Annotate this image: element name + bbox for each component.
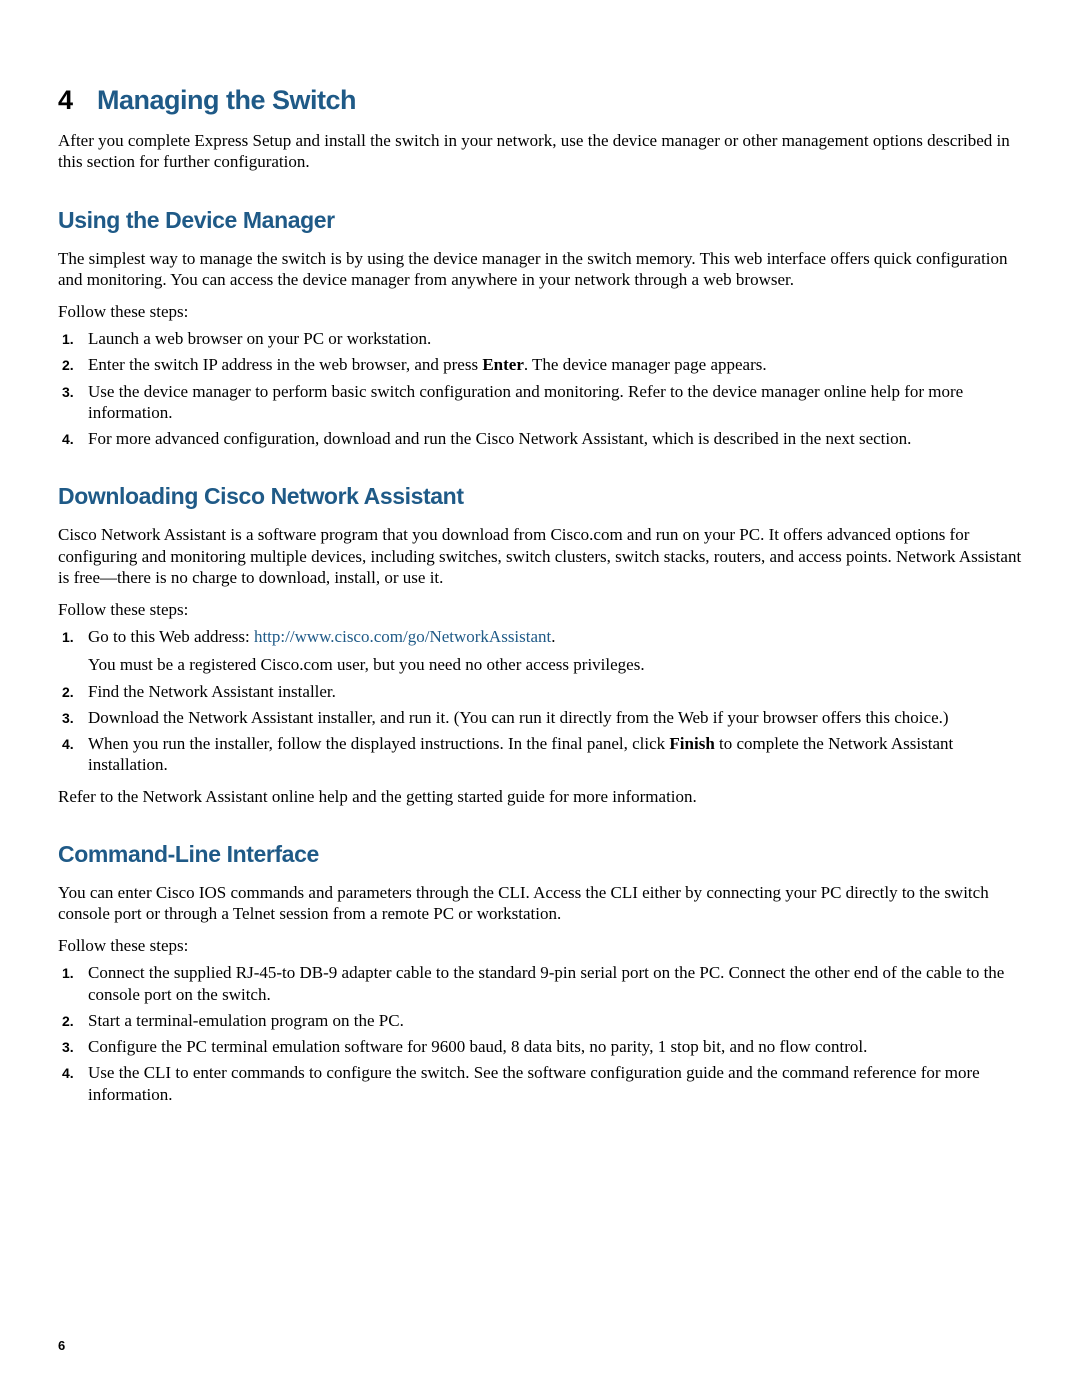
dm-follow: Follow these steps: (58, 302, 1030, 322)
heading-device-manager: Using the Device Manager (58, 207, 1030, 234)
step-text: When you run the installer, follow the d… (88, 733, 1030, 776)
step-text: Start a terminal-emulation program on th… (88, 1010, 1030, 1031)
list-item: 3. Configure the PC terminal emulation s… (62, 1036, 1030, 1057)
step-number: 2. (62, 357, 82, 375)
step-number: 4. (62, 736, 82, 754)
section-title: Managing the Switch (97, 85, 356, 116)
step-text: Download the Network Assistant installer… (88, 707, 1030, 728)
list-item: 1. Go to this Web address: http://www.ci… (62, 626, 1030, 676)
cna-intro: Cisco Network Assistant is a software pr… (58, 524, 1030, 588)
step-number: 2. (62, 1013, 82, 1031)
section-heading: 4 Managing the Switch (58, 85, 1030, 116)
step-text: Connect the supplied RJ-45-to DB-9 adapt… (88, 962, 1030, 1005)
step-text: Configure the PC terminal emulation soft… (88, 1036, 1030, 1057)
list-item: 4. For more advanced configuration, down… (62, 428, 1030, 449)
step-subtext: You must be a registered Cisco.com user,… (88, 654, 1030, 675)
step-number: 4. (62, 431, 82, 449)
list-item: 3. Use the device manager to perform bas… (62, 381, 1030, 424)
page-number: 6 (58, 1338, 65, 1353)
list-item: 2. Enter the switch IP address in the we… (62, 354, 1030, 375)
heading-cna: Downloading Cisco Network Assistant (58, 483, 1030, 510)
dm-intro: The simplest way to manage the switch is… (58, 248, 1030, 291)
step-number: 1. (62, 629, 82, 647)
list-item: 1. Launch a web browser on your PC or wo… (62, 328, 1030, 349)
document-page: 4 Managing the Switch After you complete… (0, 0, 1080, 1160)
list-item: 2. Start a terminal-emulation program on… (62, 1010, 1030, 1031)
step-text: Go to this Web address: http://www.cisco… (88, 627, 556, 646)
list-item: 1. Connect the supplied RJ-45-to DB-9 ad… (62, 962, 1030, 1005)
web-link[interactable]: http://www.cisco.com/go/NetworkAssistant (254, 627, 551, 646)
list-item: 2. Find the Network Assistant installer. (62, 681, 1030, 702)
step-text: Use the CLI to enter commands to configu… (88, 1062, 1030, 1105)
step-number: 3. (62, 384, 82, 402)
cli-follow: Follow these steps: (58, 936, 1030, 956)
step-text: For more advanced configuration, downloa… (88, 428, 1030, 449)
step-text: Launch a web browser on your PC or works… (88, 328, 1030, 349)
section-intro: After you complete Express Setup and ins… (58, 130, 1030, 173)
step-number: 1. (62, 965, 82, 983)
list-item: 3. Download the Network Assistant instal… (62, 707, 1030, 728)
step-number: 3. (62, 710, 82, 728)
list-item: 4. Use the CLI to enter commands to conf… (62, 1062, 1030, 1105)
section-number: 4 (58, 85, 73, 116)
cli-intro: You can enter Cisco IOS commands and par… (58, 882, 1030, 925)
step-number: 2. (62, 684, 82, 702)
cli-steps-list: 1. Connect the supplied RJ-45-to DB-9 ad… (58, 962, 1030, 1105)
step-text: Use the device manager to perform basic … (88, 381, 1030, 424)
step-text: Find the Network Assistant installer. (88, 681, 1030, 702)
cna-steps-list: 1. Go to this Web address: http://www.ci… (58, 626, 1030, 776)
step-number: 3. (62, 1039, 82, 1057)
cna-follow: Follow these steps: (58, 600, 1030, 620)
list-item: 4. When you run the installer, follow th… (62, 733, 1030, 776)
step-number: 4. (62, 1065, 82, 1083)
cna-after: Refer to the Network Assistant online he… (58, 786, 1030, 807)
step-number: 1. (62, 331, 82, 349)
step-text: Enter the switch IP address in the web b… (88, 354, 1030, 375)
heading-cli: Command-Line Interface (58, 841, 1030, 868)
dm-steps-list: 1. Launch a web browser on your PC or wo… (58, 328, 1030, 449)
